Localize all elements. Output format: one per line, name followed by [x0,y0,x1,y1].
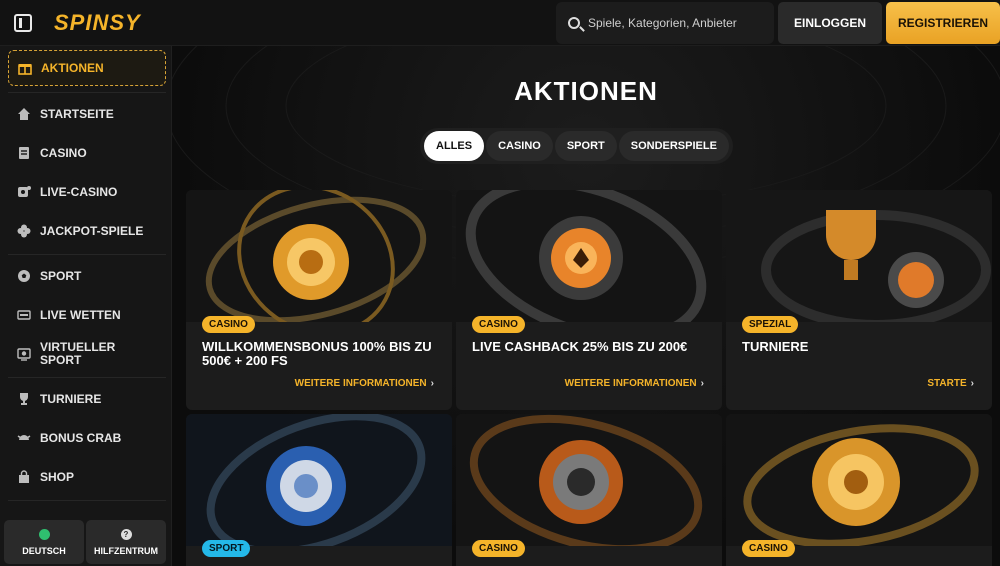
category-badge: CASINO [472,316,525,333]
tab-alles[interactable]: ALLES [424,131,485,161]
divider [8,500,166,501]
category-badge: SPORT [202,540,251,557]
link-label: STARTE [927,378,967,389]
category-badge: SPEZIAL [742,316,799,333]
promo-image [186,190,452,322]
sidebar-item-label: TURNIERE [40,392,102,406]
logo[interactable]: SPINSY [54,10,141,36]
promo-card[interactable]: CASINO [456,414,722,566]
search-icon [568,17,580,29]
sidebar-item-label: SHOP [40,470,75,484]
start-link[interactable]: STARTE › [927,378,974,389]
chevron-right-icon: › [970,378,974,389]
tab-sonderspiele[interactable]: SONDERSPIELE [618,131,729,161]
language-button[interactable]: DEUTSCH [4,520,84,564]
sidebar-item-label: LIVE-CASINO [40,185,118,199]
sidebar-item-bonus-crab[interactable]: BONUS CRAB [8,420,166,456]
sidebar-item-live-casino[interactable]: LIVE-CASINO [8,174,166,210]
page-title: AKTIONEN [514,76,658,106]
promo-image [186,414,452,546]
soccer-icon [16,268,32,284]
virtual-sport-icon [16,346,32,362]
chevron-right-icon: › [700,378,704,389]
tab-sport[interactable]: SPORT [554,131,617,161]
promo-card[interactable]: SPEZIAL TURNIERE STARTE › [726,190,992,410]
sidebar-item-live-wetten[interactable]: LIVE WETTEN [8,297,166,333]
sidebar-item-sport[interactable]: SPORT [8,258,166,294]
sidebar-item-label: AKTIONEN [41,61,104,75]
help-label: HILFZENTRUM [94,545,158,556]
sidebar-item-label: STARTSEITE [40,107,114,121]
login-button[interactable]: EINLOGGEN [778,2,882,44]
promo-title: LIVE CASHBACK 25% BIS ZU 200€ [472,339,688,354]
divider [8,254,166,255]
search-input[interactable] [588,16,758,30]
help-icon: ? [120,528,132,540]
promo-card[interactable]: CASINO WILLKOMMENSBONUS 100% BIS ZU 500€… [186,190,452,410]
sidebar-item-label: VIRTUELLER SPORT [40,340,116,367]
sidebar-item-turniere[interactable]: TURNIERE [8,381,166,417]
promo-image [456,190,722,322]
register-button[interactable]: REGISTRIEREN [886,2,1000,44]
sidebar: AKTIONEN STARTSEITE CASINO LIVE-CASINO J… [0,46,172,566]
globe-icon [38,528,50,540]
chevron-right-icon: › [430,378,434,389]
crab-icon [16,430,32,446]
promo-title: TURNIERE [742,339,809,354]
casino-icon [16,145,32,161]
link-label: WEITERE INFORMATIONEN [294,378,427,389]
sidebar-item-label: CASINO [40,146,87,160]
sidebar-item-shop[interactable]: SHOP [8,459,166,495]
language-label: DEUTSCH [22,545,66,556]
sidebar-item-virtueller-sport[interactable]: VIRTUELLER SPORT [8,336,166,372]
category-badge: CASINO [202,316,255,333]
gift-icon [17,60,33,76]
promo-card[interactable]: CASINO [726,414,992,566]
promo-card[interactable]: CASINO LIVE CASHBACK 25% BIS ZU 200€ WEI… [456,190,722,410]
sidebar-item-label: SPORT [40,269,82,283]
shop-icon [16,469,32,485]
promo-image [456,414,722,546]
home-icon [16,106,32,122]
divider [8,92,166,93]
main-content: AKTIONEN ALLES CASINO SPORT SONDERSPIELE… [172,46,1000,566]
more-info-link[interactable]: WEITERE INFORMATIONEN › [565,378,704,389]
category-badge: CASINO [472,540,525,557]
sidebar-item-startseite[interactable]: STARTSEITE [8,96,166,132]
search-box[interactable] [556,2,774,44]
sidebar-item-label: LIVE WETTEN [40,308,121,322]
sidebar-item-aktionen[interactable]: AKTIONEN [8,50,166,86]
live-casino-icon [16,184,32,200]
sidebar-item-jackpot-spiele[interactable]: JACKPOT-SPIELE [8,213,166,249]
promo-image [726,190,992,322]
category-badge: CASINO [742,540,795,557]
promo-card[interactable]: SPORT [186,414,452,566]
help-center-button[interactable]: ? HILFZENTRUM [86,520,166,564]
promo-title: WILLKOMMENSBONUS 100% BIS ZU 500€ + 200 … [202,339,432,368]
sidebar-toggle-icon[interactable] [14,14,32,32]
sidebar-item-casino[interactable]: CASINO [8,135,166,171]
trophy-icon [16,391,32,407]
live-icon [16,307,32,323]
divider [8,377,166,378]
link-label: WEITERE INFORMATIONEN [564,378,697,389]
filter-tabs: ALLES CASINO SPORT SONDERSPIELE [420,128,733,164]
sidebar-item-label: JACKPOT-SPIELE [40,224,144,238]
top-header: SPINSY EINLOGGEN REGISTRIEREN [0,0,1000,46]
clover-icon [16,223,32,239]
tab-casino[interactable]: CASINO [486,131,553,161]
more-info-link[interactable]: WEITERE INFORMATIONEN › [295,378,434,389]
sidebar-item-label: BONUS CRAB [40,431,122,445]
promo-image [726,414,992,546]
